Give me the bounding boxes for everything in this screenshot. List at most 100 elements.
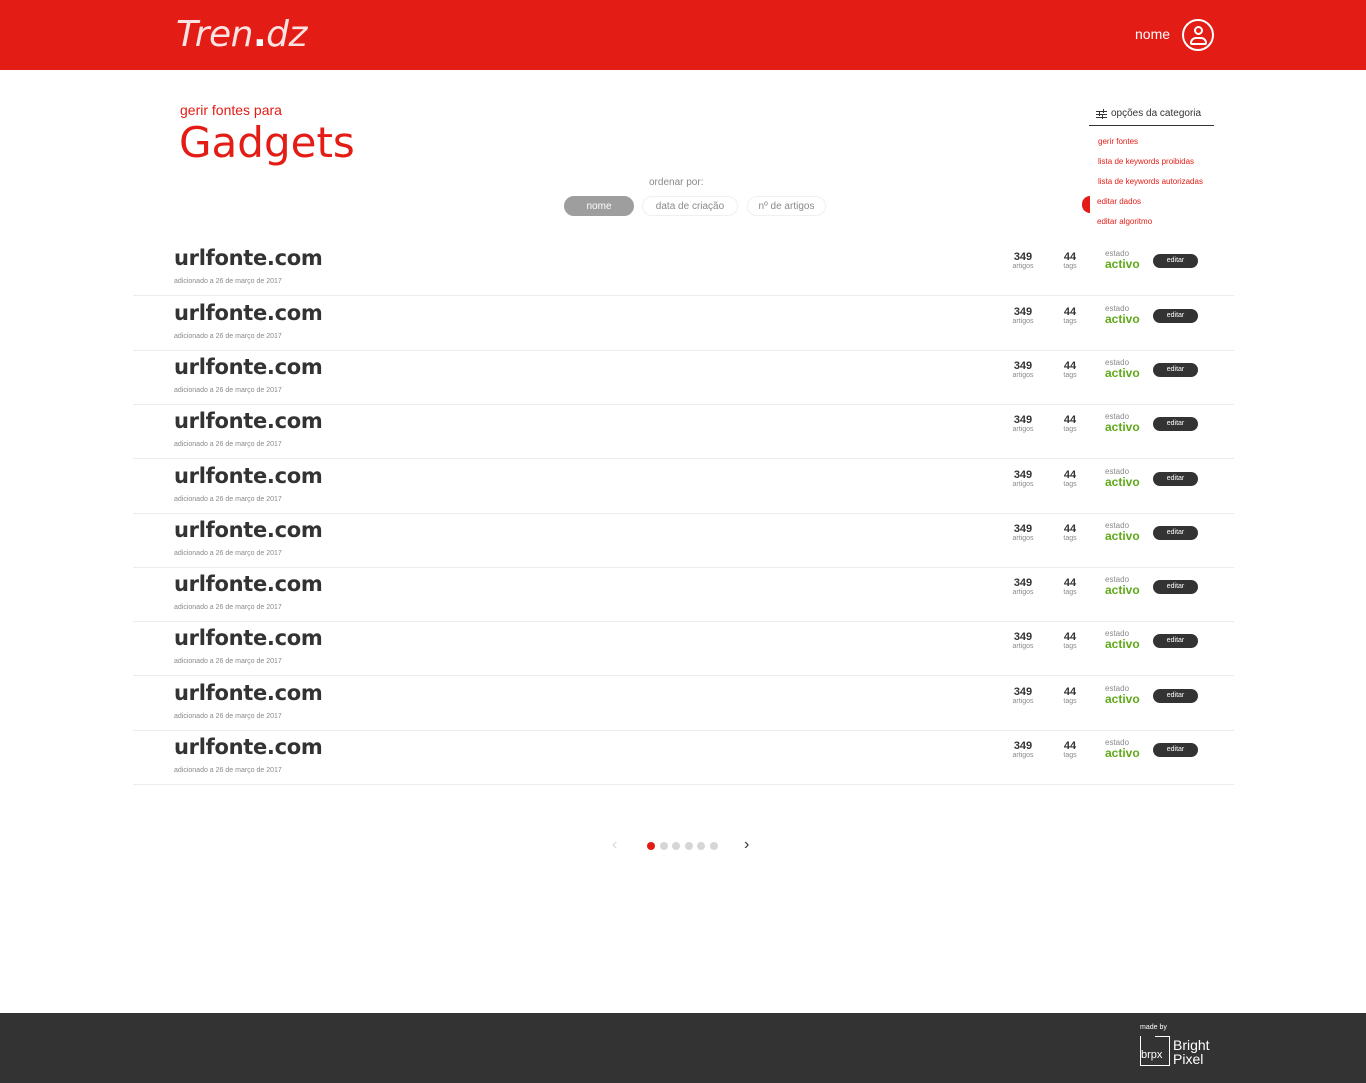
source-row[interactable]: urlfonte.com adicionado a 26 de março de … <box>133 514 1234 568</box>
edit-button[interactable]: editar <box>1153 580 1198 594</box>
edit-button[interactable]: editar <box>1153 254 1198 268</box>
articles-label: artigos <box>1012 372 1034 379</box>
source-row[interactable]: urlfonte.com adicionado a 26 de março de … <box>133 568 1234 622</box>
pagination-dot[interactable] <box>684 842 693 850</box>
pagination-next-icon[interactable]: › <box>744 836 749 854</box>
articles-count: 349 <box>1013 469 1033 481</box>
tags-label: tags <box>1063 481 1077 488</box>
menu-item-edit-algorithm[interactable]: editar algoritmo <box>1097 217 1152 226</box>
tags-label: tags <box>1063 372 1077 379</box>
source-url[interactable]: urlfonte.com <box>174 301 323 325</box>
pagination-prev-icon[interactable]: ‹ <box>612 836 617 854</box>
pagination-dot[interactable] <box>697 842 706 850</box>
sort-option-creation-date[interactable]: data de criação <box>642 196 738 216</box>
tags-label: tags <box>1063 589 1077 596</box>
tags-stat: 44 tags <box>1050 360 1090 380</box>
user-icon-body <box>1190 37 1207 45</box>
status-badge: activo <box>1105 746 1140 760</box>
articles-label: artigos <box>1012 426 1034 433</box>
pagination-dot[interactable] <box>672 842 681 850</box>
edit-button[interactable]: editar <box>1153 417 1198 431</box>
tags-count: 44 <box>1063 523 1077 535</box>
source-row[interactable]: urlfonte.com adicionado a 26 de março de … <box>133 460 1234 514</box>
source-url[interactable]: urlfonte.com <box>174 626 323 650</box>
source-url[interactable]: urlfonte.com <box>174 735 323 759</box>
menu-item-edit-data[interactable]: editar dados <box>1097 197 1141 206</box>
articles-label: artigos <box>1012 481 1034 488</box>
articles-stat: 349 artigos <box>1003 414 1043 434</box>
articles-stat: 349 artigos <box>1003 469 1043 489</box>
source-row[interactable]: urlfonte.com adicionado a 26 de março de … <box>133 622 1234 676</box>
source-url[interactable]: urlfonte.com <box>174 681 323 705</box>
app-logo[interactable]: Tren.dz <box>176 14 307 55</box>
logo-text-end: dz <box>266 14 307 55</box>
edit-button[interactable]: editar <box>1153 743 1198 757</box>
articles-stat: 349 artigos <box>1003 686 1043 706</box>
pagination-dot[interactable] <box>647 842 655 850</box>
source-row[interactable]: urlfonte.com adicionado a 26 de março de … <box>133 677 1234 731</box>
articles-stat: 349 artigos <box>1003 577 1043 597</box>
edit-button[interactable]: editar <box>1153 363 1198 377</box>
source-added-date: adicionado a 26 de março de 2017 <box>174 387 282 394</box>
edit-button[interactable]: editar <box>1153 472 1198 486</box>
source-url[interactable]: urlfonte.com <box>174 355 323 379</box>
tags-label: tags <box>1063 535 1077 542</box>
status-badge: activo <box>1105 366 1140 380</box>
source-row[interactable]: urlfonte.com adicionado a 26 de março de … <box>133 242 1234 296</box>
source-row[interactable]: urlfonte.com adicionado a 26 de março de … <box>133 297 1234 351</box>
sort-label: ordenar por: <box>649 177 704 188</box>
articles-count: 349 <box>1013 577 1033 589</box>
status-badge: activo <box>1105 637 1140 651</box>
category-options-title: opções da categoria <box>1111 108 1202 119</box>
source-row[interactable]: urlfonte.com adicionado a 26 de março de … <box>133 405 1234 459</box>
menu-item-forbidden-keywords[interactable]: lista de keywords proibidas <box>1098 157 1194 166</box>
articles-label: artigos <box>1012 589 1034 596</box>
source-url[interactable]: urlfonte.com <box>174 572 323 596</box>
source-row[interactable]: urlfonte.com adicionado a 26 de março de … <box>133 731 1234 785</box>
edit-button[interactable]: editar <box>1153 309 1198 323</box>
sort-option-name[interactable]: nome <box>564 196 634 216</box>
tags-stat: 44 tags <box>1050 523 1090 543</box>
category-options-header[interactable]: opções da categoria <box>1089 106 1214 126</box>
source-url[interactable]: urlfonte.com <box>174 518 323 542</box>
status-badge: activo <box>1105 583 1140 597</box>
tags-count: 44 <box>1063 740 1077 752</box>
status-badge: activo <box>1105 257 1140 271</box>
pagination-dot[interactable] <box>710 842 718 850</box>
brand-line-1: Bright <box>1173 1037 1210 1053</box>
edit-button[interactable]: editar <box>1153 689 1198 703</box>
tags-count: 44 <box>1063 631 1077 643</box>
tags-count: 44 <box>1063 306 1077 318</box>
menu-item-manage-sources[interactable]: gerir fontes <box>1098 137 1138 146</box>
tags-label: tags <box>1063 698 1077 705</box>
brand-line-2: Pixel <box>1173 1051 1204 1067</box>
source-added-date: adicionado a 26 de março de 2017 <box>174 550 282 557</box>
source-url[interactable]: urlfonte.com <box>174 409 323 433</box>
source-url[interactable]: urlfonte.com <box>174 464 323 488</box>
articles-label: artigos <box>1012 535 1034 542</box>
user-icon[interactable] <box>1182 19 1214 51</box>
source-added-date: adicionado a 26 de março de 2017 <box>174 767 282 774</box>
page: Tren.dz nome gerir fontes para Gadgets o… <box>0 0 1366 1083</box>
tags-label: tags <box>1063 643 1077 650</box>
source-added-date: adicionado a 26 de março de 2017 <box>174 713 282 720</box>
articles-label: artigos <box>1012 643 1034 650</box>
status-badge: activo <box>1105 692 1140 706</box>
pagination-dot[interactable] <box>659 842 668 850</box>
edit-button[interactable]: editar <box>1153 526 1198 540</box>
articles-stat: 349 artigos <box>1003 251 1043 271</box>
active-menu-indicator <box>1082 196 1090 213</box>
articles-stat: 349 artigos <box>1003 360 1043 380</box>
sort-option-article-count[interactable]: nº de artigos <box>747 196 826 216</box>
source-url[interactable]: urlfonte.com <box>174 246 323 270</box>
edit-button[interactable]: editar <box>1153 634 1198 648</box>
top-bar: Tren.dz nome <box>0 0 1366 70</box>
tags-stat: 44 tags <box>1050 469 1090 489</box>
articles-stat: 349 artigos <box>1003 523 1043 543</box>
logo-text-main: Tren <box>176 14 253 55</box>
articles-label: artigos <box>1012 318 1034 325</box>
source-row[interactable]: urlfonte.com adicionado a 26 de março de … <box>133 351 1234 405</box>
articles-label: artigos <box>1012 263 1034 270</box>
user-name[interactable]: nome <box>1135 26 1170 42</box>
menu-item-authorized-keywords[interactable]: lista de keywords autorizadas <box>1098 177 1203 186</box>
